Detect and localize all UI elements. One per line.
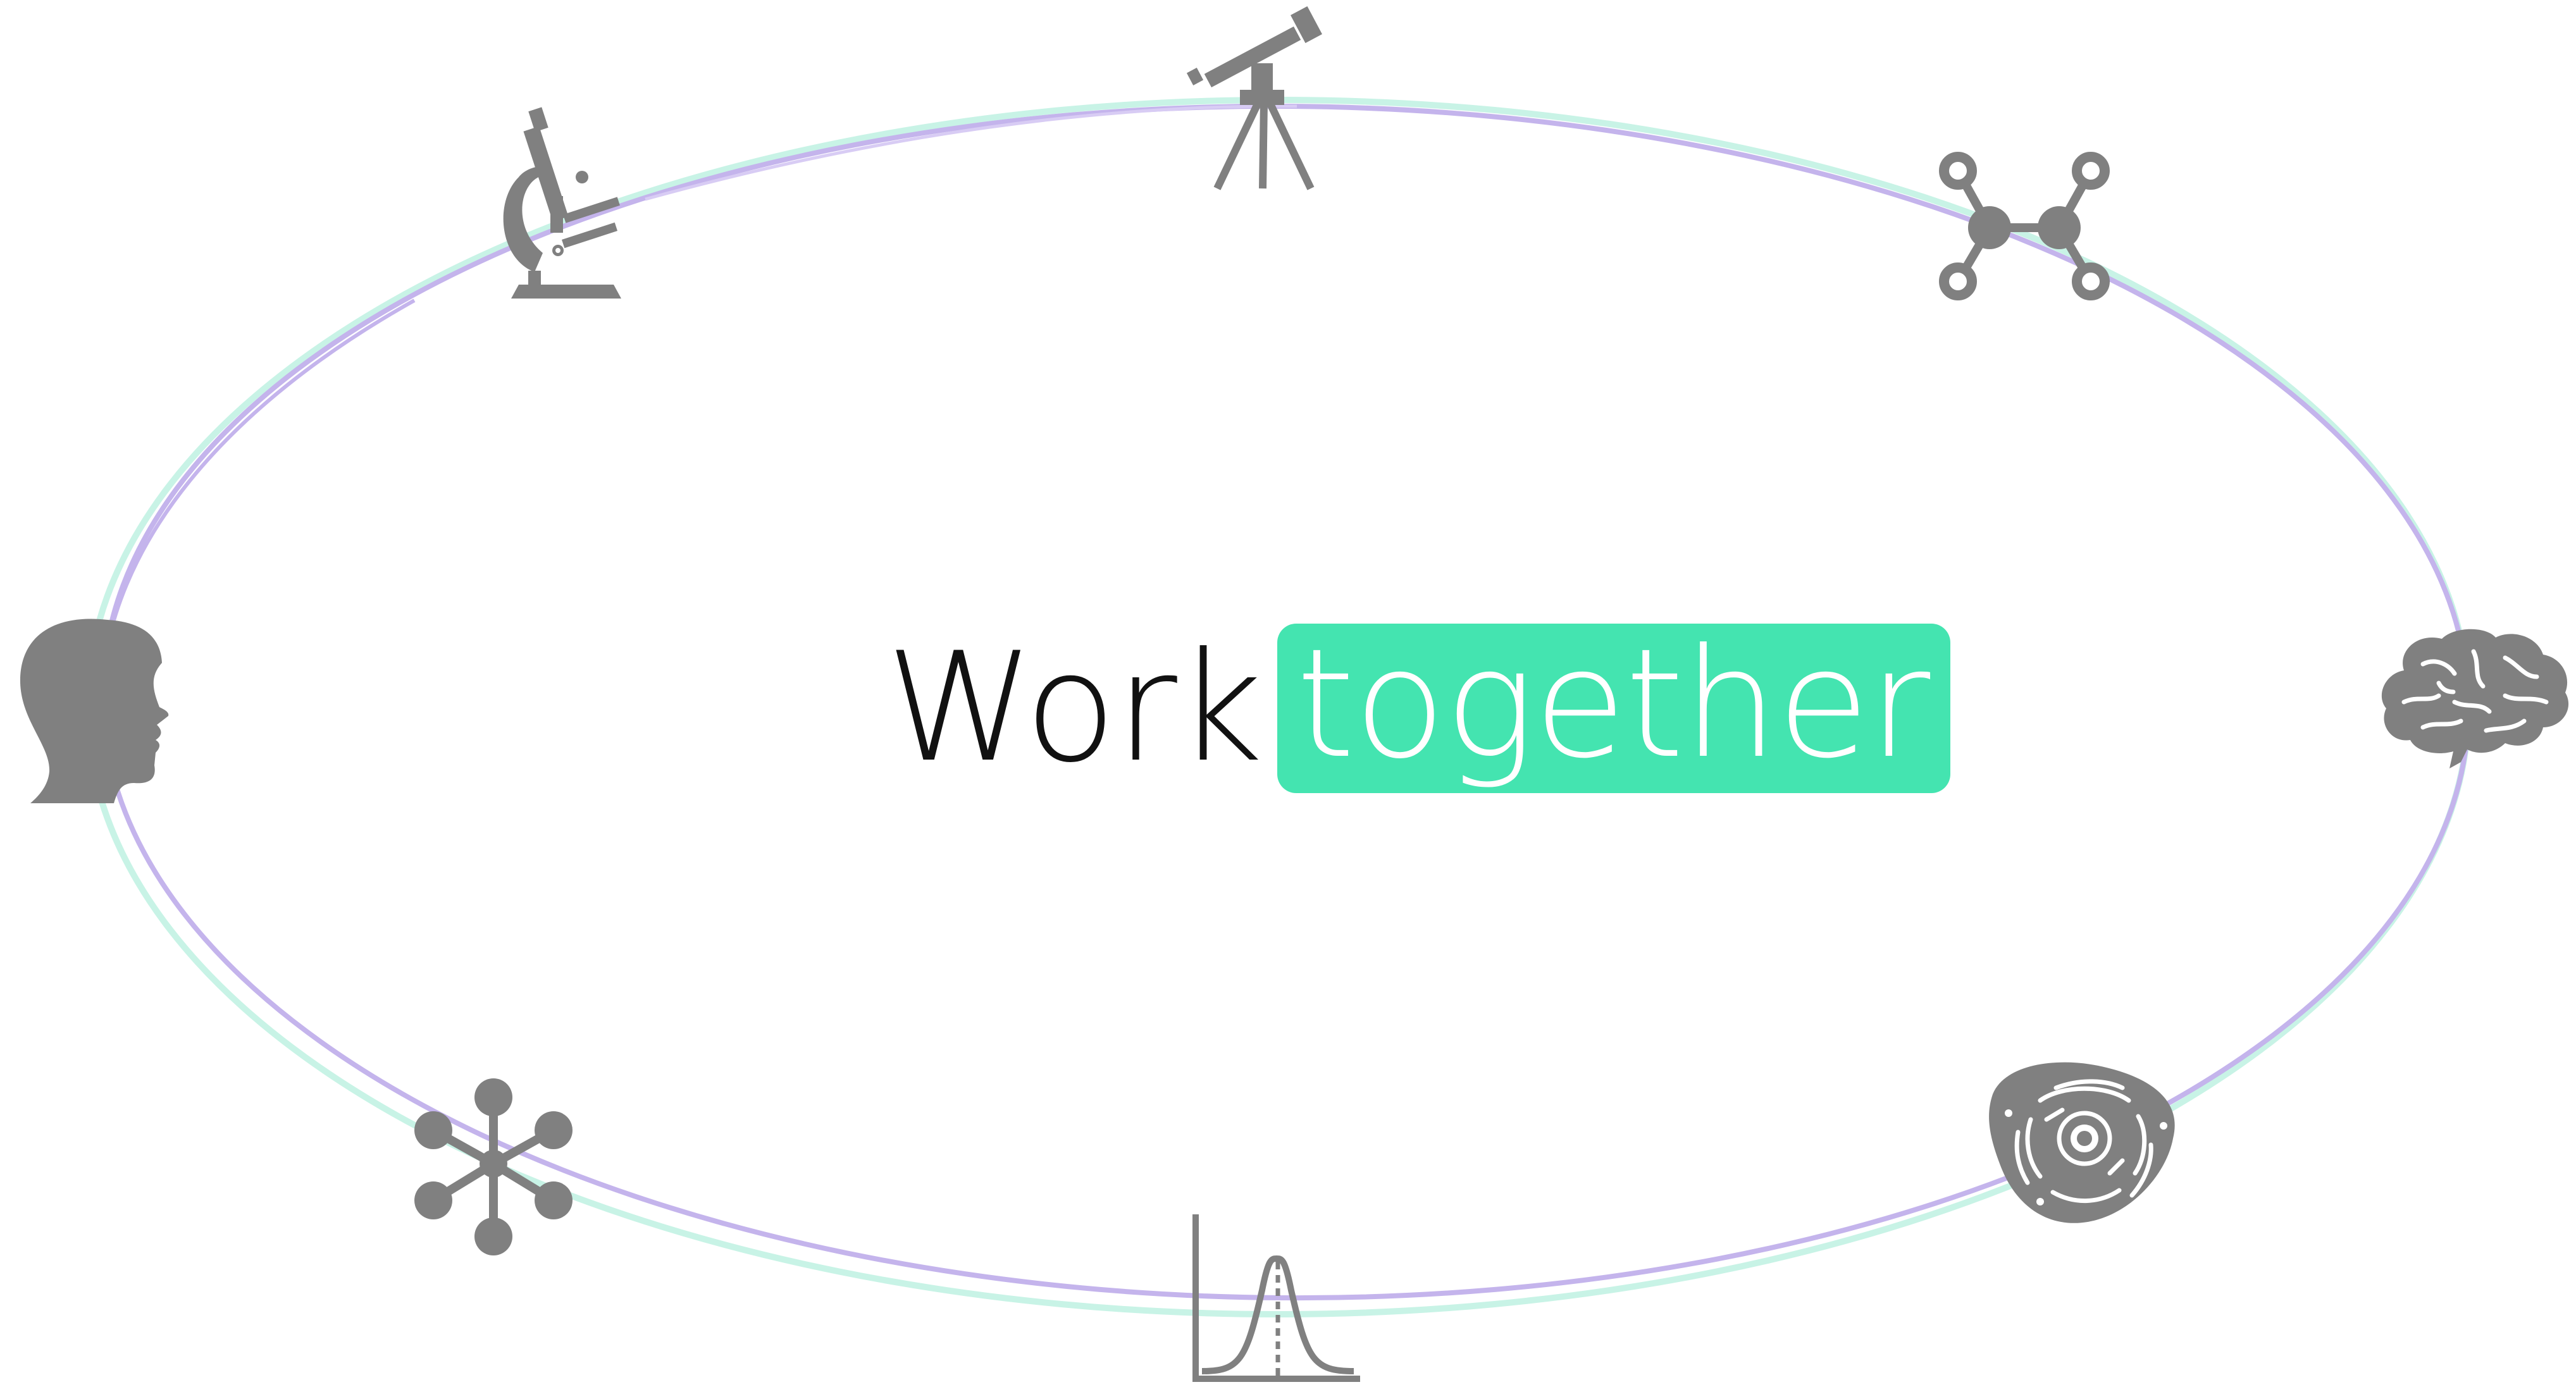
telescope-icon — [1177, 0, 1341, 196]
brain-icon — [2379, 626, 2575, 784]
network-node-icon — [405, 1069, 582, 1265]
diagram-canvas: Work together — [0, 0, 2576, 1387]
molecule-icon — [1929, 145, 2119, 310]
human-head-icon — [13, 613, 183, 803]
cell-icon — [1980, 1056, 2183, 1227]
center-title: Work together — [886, 620, 1951, 796]
microscope-icon — [487, 101, 639, 304]
title-word-work: Work — [886, 620, 1263, 796]
title-highlight-box: together — [1277, 624, 1951, 793]
title-word-together: together — [1296, 617, 1931, 792]
bell-curve-icon — [1183, 1208, 1366, 1385]
